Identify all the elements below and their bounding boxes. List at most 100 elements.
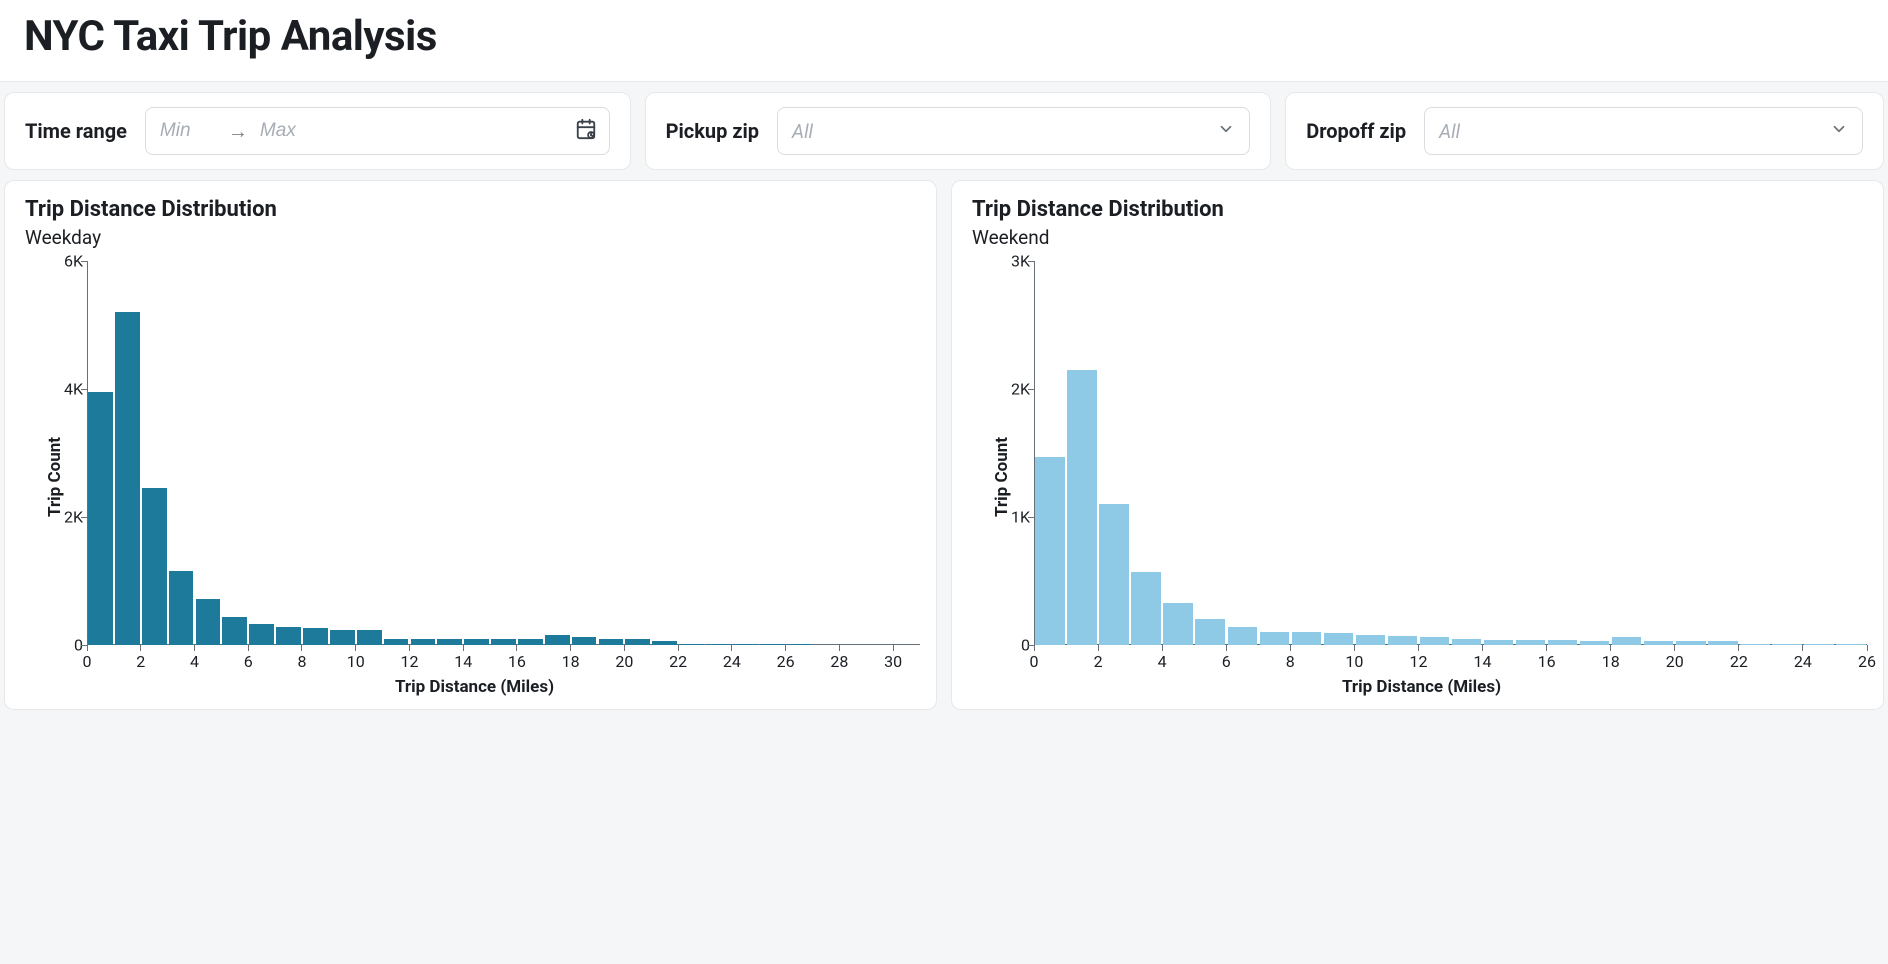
pickup-zip-select[interactable]: All bbox=[777, 107, 1250, 155]
bar[interactable] bbox=[1708, 641, 1737, 645]
bar[interactable] bbox=[1324, 633, 1353, 645]
x-tick-label: 6 bbox=[1222, 652, 1231, 671]
bar[interactable] bbox=[1804, 644, 1833, 645]
bar[interactable] bbox=[196, 599, 221, 645]
x-ticks: 02468101214161820222426 bbox=[1034, 649, 1867, 671]
bar[interactable] bbox=[679, 644, 704, 645]
bar[interactable] bbox=[706, 644, 731, 645]
bar[interactable] bbox=[1740, 644, 1769, 645]
bar[interactable] bbox=[1228, 627, 1257, 645]
y-tick-label: 2K bbox=[53, 508, 83, 527]
bar[interactable] bbox=[276, 627, 301, 645]
bar[interactable] bbox=[142, 488, 167, 645]
x-tick-label: 28 bbox=[830, 652, 848, 671]
x-tick-label: 24 bbox=[723, 652, 741, 671]
bar[interactable] bbox=[1452, 639, 1481, 645]
x-tick-label: 4 bbox=[1158, 652, 1167, 671]
bar[interactable] bbox=[357, 630, 382, 645]
bar[interactable] bbox=[1420, 637, 1449, 645]
bar[interactable] bbox=[1548, 640, 1577, 645]
bar[interactable] bbox=[1356, 635, 1385, 645]
x-tick-label: 22 bbox=[669, 652, 687, 671]
bar[interactable] bbox=[1195, 619, 1224, 645]
bar[interactable] bbox=[760, 644, 785, 645]
x-tick-label: 0 bbox=[83, 652, 92, 671]
chart-weekend[interactable]: Trip Count 01K2K3K 024681012141618202224… bbox=[972, 257, 1871, 697]
chart-weekday[interactable]: Trip Count 02K4K6K 024681012141618202224… bbox=[25, 257, 924, 697]
x-tick-label: 12 bbox=[400, 652, 418, 671]
bar[interactable] bbox=[169, 571, 194, 645]
y-tick-label: 1K bbox=[1000, 508, 1030, 527]
bar[interactable] bbox=[222, 617, 247, 645]
x-tick-label: 2 bbox=[136, 652, 145, 671]
x-tick-label: 20 bbox=[1666, 652, 1684, 671]
y-ticks: 02K4K6K bbox=[53, 261, 87, 645]
bar[interactable] bbox=[1644, 641, 1673, 645]
filter-label-pickup-zip: Pickup zip bbox=[666, 119, 759, 143]
bar[interactable] bbox=[464, 639, 489, 645]
bar[interactable] bbox=[384, 639, 409, 645]
dropoff-zip-value: All bbox=[1439, 120, 1460, 143]
x-tick-label: 26 bbox=[1858, 652, 1876, 671]
x-tick-label: 0 bbox=[1030, 652, 1039, 671]
dropoff-zip-select[interactable]: All bbox=[1424, 107, 1863, 155]
filter-time-range: Time range → bbox=[4, 92, 631, 170]
bar[interactable] bbox=[1163, 603, 1192, 645]
bar[interactable] bbox=[330, 630, 355, 645]
chart-title: Trip Distance Distribution bbox=[25, 197, 924, 222]
x-tick-label: 10 bbox=[347, 652, 365, 671]
bar[interactable] bbox=[1484, 640, 1513, 645]
x-axis-title: Trip Distance (Miles) bbox=[972, 677, 1871, 697]
chart-card-weekday: Trip Distance Distribution Weekday Trip … bbox=[4, 180, 937, 710]
bar[interactable] bbox=[1676, 641, 1705, 645]
bar[interactable] bbox=[572, 637, 597, 645]
time-range-input-group[interactable]: → bbox=[145, 107, 610, 155]
bar[interactable] bbox=[1388, 636, 1417, 645]
x-tick-label: 4 bbox=[190, 652, 199, 671]
filter-pickup-zip: Pickup zip All bbox=[645, 92, 1272, 170]
bar[interactable] bbox=[733, 644, 758, 645]
x-tick-label: 2 bbox=[1094, 652, 1103, 671]
bar[interactable] bbox=[625, 639, 650, 645]
bars-container bbox=[1034, 261, 1867, 645]
bar[interactable] bbox=[115, 312, 140, 645]
bar[interactable] bbox=[599, 639, 624, 645]
time-range-max-input[interactable] bbox=[258, 119, 318, 143]
x-tick-label: 16 bbox=[1538, 652, 1556, 671]
bar[interactable] bbox=[1131, 572, 1160, 645]
x-tick-label: 26 bbox=[777, 652, 795, 671]
bar[interactable] bbox=[1580, 641, 1609, 645]
pickup-zip-value: All bbox=[792, 120, 813, 143]
calendar-icon[interactable] bbox=[575, 118, 597, 145]
bar[interactable] bbox=[518, 639, 543, 645]
bar[interactable] bbox=[1035, 457, 1064, 645]
bar[interactable] bbox=[787, 644, 812, 645]
bar[interactable] bbox=[491, 639, 516, 645]
bar[interactable] bbox=[1612, 637, 1641, 645]
x-tick-label: 20 bbox=[615, 652, 633, 671]
bar[interactable] bbox=[1067, 370, 1096, 645]
time-range-min-input[interactable] bbox=[158, 119, 218, 143]
bar[interactable] bbox=[652, 641, 677, 645]
bar[interactable] bbox=[411, 639, 436, 645]
bar[interactable] bbox=[1772, 644, 1801, 645]
bar[interactable] bbox=[1836, 644, 1865, 645]
x-tick-label: 10 bbox=[1345, 652, 1363, 671]
y-tick-label: 2K bbox=[1000, 380, 1030, 399]
bar[interactable] bbox=[1260, 632, 1289, 645]
bar[interactable] bbox=[1516, 640, 1545, 645]
bar[interactable] bbox=[88, 392, 113, 645]
x-tick-label: 16 bbox=[508, 652, 526, 671]
bar[interactable] bbox=[249, 624, 274, 645]
bar[interactable] bbox=[303, 628, 328, 645]
x-ticks: 024681012141618202224262830 bbox=[87, 649, 920, 671]
chevron-down-icon bbox=[1217, 120, 1235, 143]
plot-area bbox=[1034, 261, 1867, 645]
bar[interactable] bbox=[1099, 504, 1128, 645]
bar[interactable] bbox=[437, 639, 462, 645]
x-tick-label: 18 bbox=[1602, 652, 1620, 671]
chart-title: Trip Distance Distribution bbox=[972, 197, 1871, 222]
bar[interactable] bbox=[545, 635, 570, 645]
y-tick-label: 0 bbox=[53, 636, 83, 655]
bar[interactable] bbox=[1292, 632, 1321, 645]
